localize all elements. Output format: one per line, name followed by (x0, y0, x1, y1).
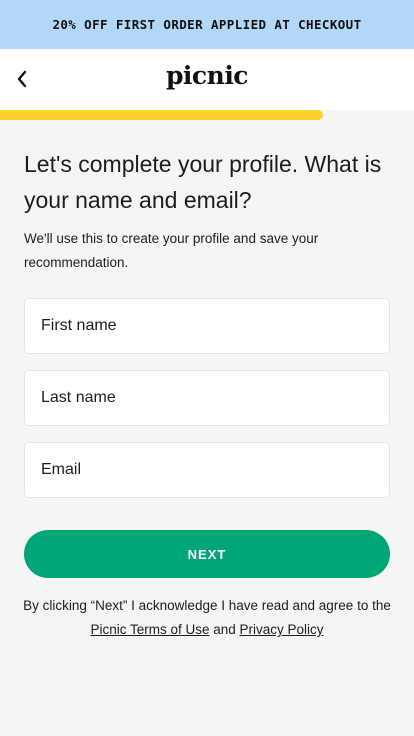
page-subtitle: We'll use this to create your profile an… (24, 231, 319, 270)
first-name-input[interactable] (25, 299, 389, 353)
next-button[interactable]: NEXT (24, 530, 390, 578)
terms-of-use-link[interactable]: Picnic Terms of Use (90, 622, 209, 637)
promo-banner: 20% OFF FIRST ORDER APPLIED AT CHECKOUT (0, 0, 414, 49)
first-name-field[interactable] (24, 298, 390, 354)
promo-text: 20% OFF FIRST ORDER APPLIED AT CHECKOUT (52, 17, 362, 32)
legal-and: and (209, 622, 240, 637)
legal-prefix: By clicking “Next” I acknowledge I have … (23, 598, 391, 613)
email-field[interactable] (24, 442, 390, 498)
picnic-logo[interactable]: picnic (0, 61, 414, 90)
header: picnic (0, 49, 414, 110)
last-name-field[interactable] (24, 370, 390, 426)
email-input[interactable] (25, 443, 389, 497)
progress-bar (0, 110, 414, 120)
last-name-input[interactable] (25, 371, 389, 425)
progress-fill (0, 110, 323, 120)
privacy-policy-link[interactable]: Privacy Policy (240, 622, 324, 637)
legal-disclaimer: By clicking “Next” I acknowledge I have … (20, 594, 394, 642)
page-title: Let's complete your profile. What is you… (24, 151, 382, 213)
